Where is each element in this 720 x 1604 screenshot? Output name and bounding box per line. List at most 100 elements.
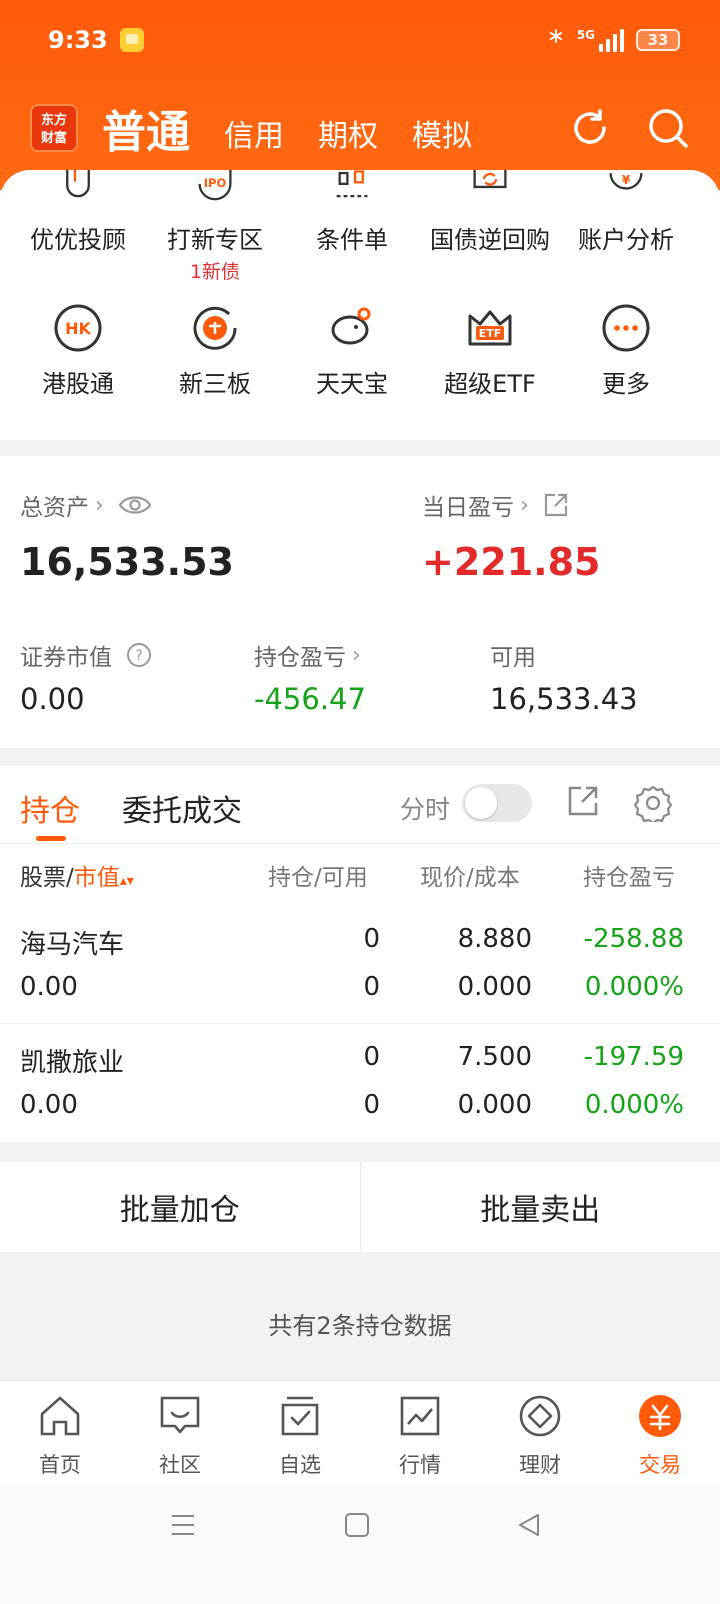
quick-item-ipo[interactable]: IPO 打新专区 1新债 xyxy=(145,170,285,284)
total-assets-link[interactable]: 总资产 › xyxy=(20,488,152,522)
current-price: 7.500 xyxy=(457,1042,532,1072)
quick-item-super-etf[interactable]: ETF 超级ETF xyxy=(420,302,560,399)
trade-icon xyxy=(639,1395,681,1437)
gear-icon[interactable] xyxy=(634,784,672,822)
batch-add-button[interactable]: 批量加仓 xyxy=(0,1162,361,1252)
col-hold-avail: 持仓/可用 xyxy=(268,865,368,891)
account-type-nav: 东方财富 普通 信用 期权 模拟 xyxy=(30,98,690,158)
menu-icon[interactable] xyxy=(170,1512,196,1538)
notification-icon xyxy=(119,28,144,52)
bottom-nav-watchlist[interactable]: 自选 xyxy=(240,1381,360,1484)
table-row[interactable]: 海马汽车 0.00 0 0 8.880 0.000 -258.88 0.000% xyxy=(0,906,720,1024)
stock-name: 海马汽车 xyxy=(20,930,125,960)
col-market-value-sort[interactable]: 市值 xyxy=(74,865,120,891)
svg-text:IPO: IPO xyxy=(204,176,227,190)
battery-icon: 33 xyxy=(636,29,680,51)
daily-pl-value: +221.85 xyxy=(422,540,601,584)
bottom-nav-community[interactable]: 社区 xyxy=(120,1381,240,1484)
stock-market-value: 0.00 xyxy=(20,972,78,1002)
svg-text:?: ? xyxy=(135,648,142,664)
current-price: 8.880 xyxy=(457,924,532,954)
tab-options[interactable]: 期权 xyxy=(318,111,378,155)
position-pl-pct: 0.000% xyxy=(584,1090,684,1120)
ipo-icon: IPO xyxy=(198,170,232,201)
cost-price: 0.000 xyxy=(457,1090,532,1120)
hk-icon: HK xyxy=(54,304,102,352)
uu-advisor-icon xyxy=(66,168,90,198)
available-label: 可用 xyxy=(490,645,536,671)
market-value-label: 证券市值 ? xyxy=(20,638,152,672)
refresh-icon[interactable] xyxy=(568,106,612,150)
condition-order-icon xyxy=(336,170,368,198)
quick-item-account-analysis[interactable]: ¥ 账户分析 xyxy=(556,170,696,255)
quick-item-hk-connect[interactable]: HK 港股通 xyxy=(8,302,148,399)
quick-item-tiantianbao[interactable]: 天天宝 xyxy=(282,302,422,399)
position-pl-link[interactable]: 持仓盈亏 › xyxy=(254,638,361,672)
position-pl: -197.59 xyxy=(583,1042,684,1072)
quick-item-more[interactable]: 更多 xyxy=(556,302,696,399)
position-pl-pct: 0.000% xyxy=(584,972,684,1002)
quick-item-neeq[interactable]: 新三板 xyxy=(145,302,285,399)
home-button-icon[interactable] xyxy=(344,1512,370,1538)
svg-text:¥: ¥ xyxy=(622,173,631,187)
positions-table-header: 股票/市值▴▾ 持仓/可用 现价/成本 持仓盈亏 xyxy=(0,858,720,898)
avail-qty: 0 xyxy=(363,1090,380,1120)
ipo-badge: 1新债 xyxy=(189,261,241,283)
positions-count-text: 共有2条持仓数据 xyxy=(268,1312,452,1340)
intraday-toggle-label: 分时 xyxy=(400,795,451,824)
app-logo: 东方财富 xyxy=(30,104,78,152)
sort-icon[interactable]: ▴▾ xyxy=(120,873,134,889)
table-row[interactable]: 凯撒旅业 0.00 0 0 7.500 0.000 -197.59 0.000% xyxy=(0,1024,720,1142)
col-pl: 持仓盈亏 xyxy=(583,865,675,891)
quick-item-repo[interactable]: 国债逆回购 xyxy=(420,170,560,255)
stock-name: 凯撒旅业 xyxy=(20,1048,125,1078)
status-bar: 9:33 5G 33 xyxy=(48,22,680,58)
bluetooth-icon xyxy=(547,24,565,52)
positions-panel: 持仓 委托成交 分时 股票/市值▴▾ 持仓/可用 现价/成本 持仓盈亏 海马汽车… xyxy=(0,766,720,1142)
watchlist-icon xyxy=(281,1396,319,1436)
tab-credit[interactable]: 信用 xyxy=(224,111,284,155)
intraday-toggle[interactable] xyxy=(462,784,532,822)
stock-market-value: 0.00 xyxy=(20,1090,78,1120)
market-icon xyxy=(400,1396,440,1436)
quick-item-condition-order[interactable]: 条件单 xyxy=(282,170,422,255)
total-assets-value: 16,533.53 xyxy=(20,540,234,584)
external-link-icon[interactable] xyxy=(543,492,569,518)
position-pl: -258.88 xyxy=(583,924,684,954)
cost-price: 0.000 xyxy=(457,972,532,1002)
search-icon[interactable] xyxy=(646,106,690,150)
col-stock: 股票 xyxy=(20,865,66,891)
share-icon[interactable] xyxy=(566,784,600,818)
app-header: 9:33 5G 33 东方财富 普通 信用 期权 模拟 xyxy=(0,0,720,190)
hold-qty: 0 xyxy=(363,1042,380,1072)
etf-crown-icon: ETF xyxy=(468,310,512,346)
market-value: 0.00 xyxy=(20,682,85,716)
back-icon[interactable] xyxy=(516,1512,542,1538)
repo-icon xyxy=(473,170,507,189)
available-value: 16,533.43 xyxy=(490,682,638,716)
daily-pl-link[interactable]: 当日盈亏 › xyxy=(422,488,569,522)
community-icon xyxy=(160,1396,200,1434)
neeq-icon xyxy=(193,306,237,350)
help-icon[interactable]: ? xyxy=(126,642,152,668)
tab-orders-trades[interactable]: 委托成交 xyxy=(122,786,242,830)
chevron-right-icon: › xyxy=(520,492,529,518)
more-icon xyxy=(602,304,650,352)
tab-positions[interactable]: 持仓 xyxy=(20,786,80,830)
quick-menu: 优优投顾 IPO 打新专区 1新债 条件单 国债逆回购 ¥ 账户分析 HK 港股… xyxy=(0,168,720,440)
batch-sell-button[interactable]: 批量卖出 xyxy=(361,1162,720,1252)
home-icon xyxy=(40,1396,80,1436)
bottom-nav-trade[interactable]: 交易 xyxy=(600,1381,720,1484)
signal-icon xyxy=(599,28,624,52)
hold-qty: 0 xyxy=(363,924,380,954)
bottom-nav-market[interactable]: 行情 xyxy=(360,1381,480,1484)
eye-icon[interactable] xyxy=(118,493,152,517)
bottom-nav-home[interactable]: 首页 xyxy=(0,1381,120,1484)
assets-summary: 总资产 › 16,533.53 当日盈亏 › +221.85 证券市值 ? 0.… xyxy=(0,456,720,748)
chevron-right-icon: › xyxy=(95,492,104,518)
bottom-nav-wealth[interactable]: 理财 xyxy=(480,1381,600,1484)
tab-normal[interactable]: 普通 xyxy=(102,96,190,160)
tab-simulation[interactable]: 模拟 xyxy=(412,111,472,155)
quick-item-uu-advisor[interactable]: 优优投顾 xyxy=(8,168,148,255)
batch-actions: 批量加仓 批量卖出 xyxy=(0,1162,720,1252)
